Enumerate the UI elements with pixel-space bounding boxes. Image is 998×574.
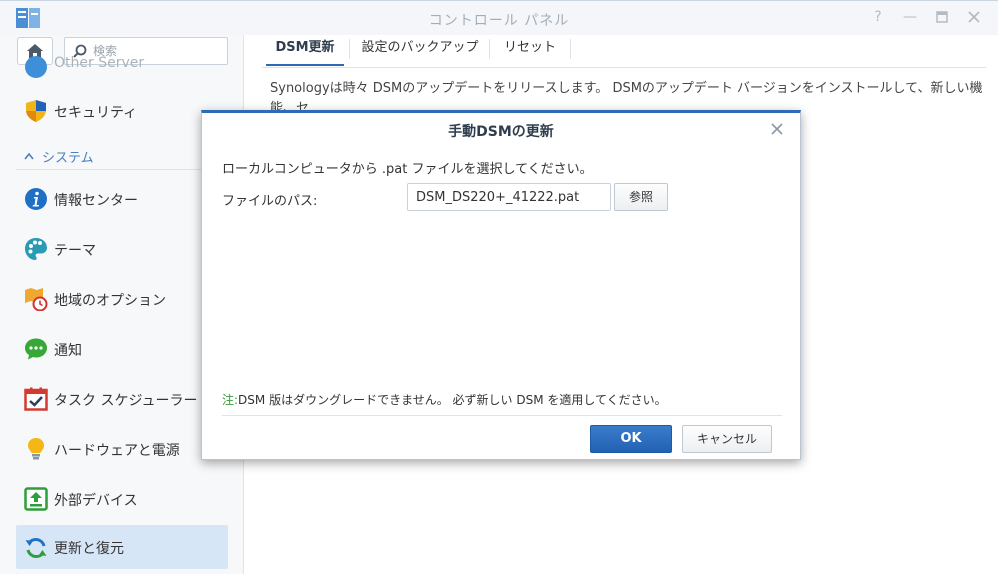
tab-bar: DSM更新 設定のバックアップ リセット: [262, 35, 986, 68]
sidebar-item-label: 地域のオプション: [54, 293, 166, 309]
tab-dsm-update[interactable]: DSM更新: [266, 35, 344, 66]
dialog-message: ローカルコンピュータから .pat ファイルを選択してください。: [222, 162, 593, 177]
sidebar-item-label: Other Server: [54, 55, 145, 71]
file-path-input[interactable]: [407, 183, 611, 211]
server-icon: [25, 56, 47, 78]
sidebar-item-label: 通知: [54, 343, 82, 359]
sidebar-item-hardware-power[interactable]: ハードウェアと電源: [16, 427, 228, 471]
sidebar-item-other-server[interactable]: Other Server: [16, 47, 228, 81]
sidebar-item-external-devices[interactable]: 外部デバイス: [16, 477, 228, 521]
sidebar-item-label: 更新と復元: [54, 541, 124, 557]
refresh-icon: [25, 537, 47, 559]
window-title: コントロール パネル: [428, 13, 570, 29]
tab-separator: [349, 39, 350, 59]
cancel-button[interactable]: キャンセル: [682, 425, 772, 453]
sidebar-item-label: 情報センター: [54, 193, 138, 209]
sidebar-item-label: セキュリティ: [54, 105, 138, 121]
control-panel-window: コントロール パネル ? — Other Server: [0, 0, 998, 574]
region-clock-icon: [25, 288, 48, 311]
downgrade-note: 注:DSM 版はダウングレードできません。 必ず新しい DSM を適用してくださ…: [222, 391, 667, 408]
tab-backup-settings[interactable]: 設定のバックアップ: [358, 35, 482, 66]
sidebar-item-label: タスク スケジューラー: [54, 393, 198, 409]
sidebar-item-label: 外部デバイス: [54, 493, 138, 509]
palette-icon: [25, 238, 47, 260]
minimize-icon[interactable]: —: [902, 9, 918, 25]
note-prefix: 注:: [222, 393, 239, 407]
shield-icon: [26, 100, 46, 122]
chevron-up-icon: [24, 152, 34, 160]
sidebar-item-info-center[interactable]: 情報センター: [16, 177, 228, 221]
file-path-label: ファイルのパス:: [222, 194, 318, 209]
tab-separator: [489, 39, 490, 59]
note-text: DSM 版はダウングレードできません。 必ず新しい DSM を適用してください。: [238, 393, 667, 407]
tab-separator: [570, 39, 571, 59]
upload-device-icon: [24, 487, 48, 511]
calendar-check-icon: [24, 387, 48, 411]
chat-bubble-icon: [25, 338, 47, 360]
sidebar-item-label: テーマ: [54, 243, 96, 259]
dialog-title: 手動DSMの更新: [448, 124, 554, 140]
tab-reset[interactable]: リセット: [498, 35, 562, 66]
lightbulb-icon: [28, 438, 44, 460]
sidebar-section-label: システム: [42, 151, 94, 166]
sidebar-item-update-restore[interactable]: 更新と復元: [16, 525, 228, 569]
ok-button[interactable]: OK: [590, 425, 672, 453]
sidebar-item-notification[interactable]: 通知: [16, 327, 228, 371]
sidebar-item-regional-options[interactable]: 地域のオプション: [16, 277, 228, 321]
title-bar: コントロール パネル ? —: [0, 1, 998, 35]
manual-dsm-update-dialog: 手動DSMの更新 ローカルコンピュータから .pat ファイルを選択してください…: [201, 110, 801, 460]
sidebar-item-security[interactable]: セキュリティ: [16, 89, 228, 133]
close-icon[interactable]: [770, 122, 784, 136]
info-icon: [25, 188, 47, 210]
maximize-icon[interactable]: [934, 9, 950, 25]
sidebar-item-theme[interactable]: テーマ: [16, 227, 228, 271]
sidebar-section-system[interactable]: システム: [16, 143, 228, 170]
close-window-icon[interactable]: [966, 9, 982, 25]
help-icon[interactable]: ?: [870, 9, 886, 25]
sidebar-item-label: ハードウェアと電源: [54, 443, 180, 459]
sidebar-item-task-scheduler[interactable]: タスク スケジューラー: [16, 377, 228, 421]
browse-button[interactable]: 参照: [614, 183, 668, 211]
dialog-divider: [222, 415, 782, 416]
